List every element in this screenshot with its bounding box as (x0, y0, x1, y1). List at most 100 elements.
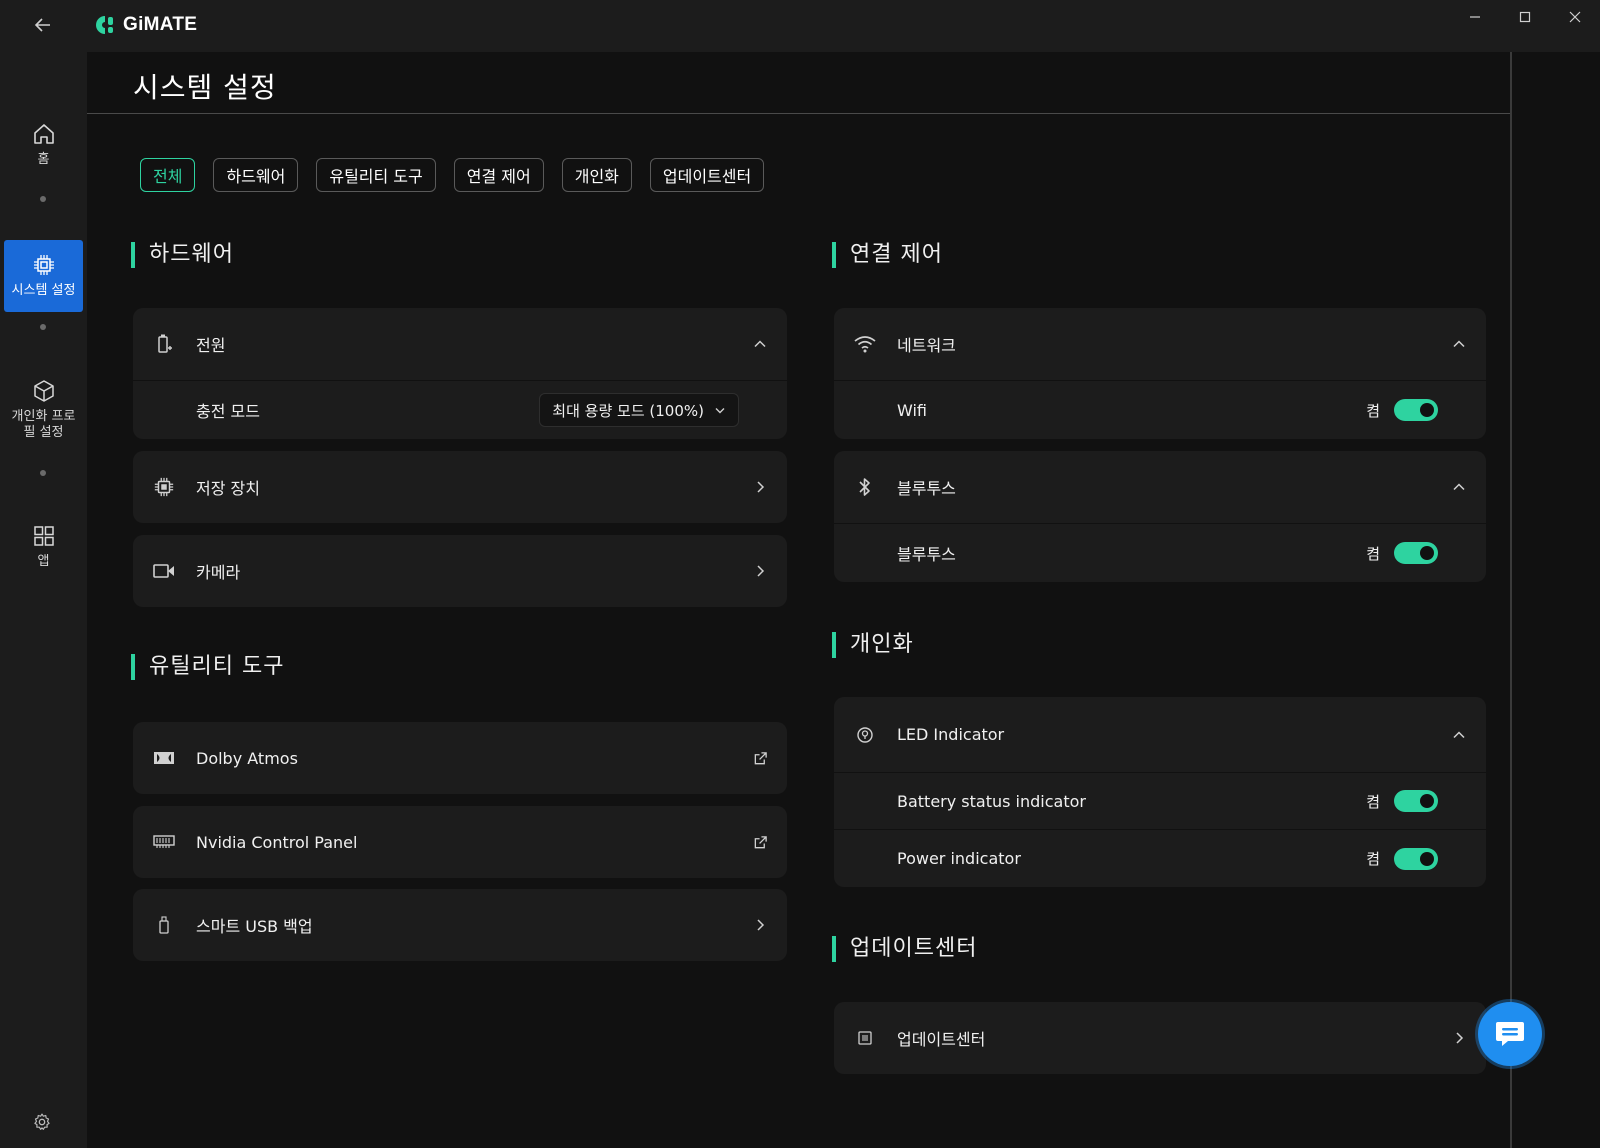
sidebar-item-label: 개인화 프로 필 설정 (11, 409, 76, 440)
tab-connection[interactable]: 연결 제어 (453, 158, 544, 192)
minimize-icon[interactable] (1450, 0, 1500, 34)
chat-support-button[interactable] (1478, 1002, 1542, 1066)
bluetooth-state: 켬 (1366, 544, 1380, 563)
led-row[interactable]: LED Indicator (834, 697, 1486, 772)
page-title: 시스템 설정 (133, 71, 277, 104)
nvidia-row[interactable]: Nvidia Control Panel (133, 806, 787, 878)
app-logo: GiMATE (95, 14, 197, 36)
chevron-right-icon (751, 916, 769, 934)
nav-separator-dot (40, 470, 46, 476)
power-card: 전원 충전 모드 최대 용량 모드 (100%) (133, 308, 787, 439)
wifi-icon (854, 333, 876, 355)
usb-drive-icon (153, 914, 175, 936)
section-title-utility: 유틸리티 도구 (131, 654, 284, 680)
wifi-state: 켬 (1366, 401, 1380, 420)
update-center-card[interactable]: 업데이트센터 (834, 1002, 1486, 1074)
battery-indicator-state: 켬 (1366, 792, 1380, 811)
chat-bubble-icon (1496, 1022, 1524, 1046)
external-link-icon[interactable] (751, 833, 769, 851)
battery-indicator-row: Battery status indicator 켬 (834, 772, 1486, 829)
chevron-right-icon (1450, 1029, 1468, 1047)
bluetooth-sub-label: 블루투스 (897, 545, 956, 564)
storage-row[interactable]: 저장 장치 (133, 451, 787, 523)
sidebar-item-apps[interactable]: 앱 (4, 512, 83, 582)
wifi-toggle[interactable] (1394, 399, 1438, 421)
usb-backup-label: 스마트 USB 백업 (196, 917, 313, 936)
filter-tabs: 전체 하드웨어 유틸리티 도구 연결 제어 개인화 업데이트센터 (140, 158, 765, 192)
power-indicator-row: Power indicator 켬 (834, 829, 1486, 887)
close-icon[interactable] (1550, 0, 1600, 34)
bluetooth-toggle-group: 켬 (1366, 542, 1438, 564)
power-indicator-state: 켬 (1366, 850, 1380, 868)
sidebar-item-system-settings[interactable]: 시스템 설정 (4, 240, 83, 312)
charge-mode-value: 최대 용량 모드 (100%) (552, 401, 704, 420)
chip-icon (33, 255, 54, 275)
nvidia-card[interactable]: Nvidia Control Panel (133, 806, 787, 878)
chevron-up-icon[interactable] (1450, 335, 1468, 353)
usb-backup-card[interactable]: 스마트 USB 백업 (133, 889, 787, 961)
bluetooth-icon (854, 476, 876, 498)
gear-icon[interactable] (32, 1112, 54, 1134)
maximize-icon[interactable] (1500, 0, 1550, 34)
wifi-label: Wifi (897, 400, 927, 420)
nav-separator-dot (40, 324, 46, 330)
sidebar-item-personalize-profile[interactable]: 개인화 프로 필 설정 (4, 368, 83, 452)
dolby-row[interactable]: Dolby Atmos (133, 722, 787, 794)
tab-personalize[interactable]: 개인화 (561, 158, 632, 192)
usb-backup-row[interactable]: 스마트 USB 백업 (133, 889, 787, 961)
network-card: 네트워크 Wifi 켬 (834, 308, 1486, 439)
camera-card[interactable]: 카메라 (133, 535, 787, 607)
chevron-right-icon (751, 562, 769, 580)
chevron-right-icon (751, 478, 769, 496)
section-title-personalize: 개인화 (832, 632, 914, 658)
led-indicator-icon (854, 724, 876, 746)
led-card: LED Indicator Battery status indicator 켬… (834, 697, 1486, 887)
dolby-card[interactable]: Dolby Atmos (133, 722, 787, 794)
led-label: LED Indicator (897, 725, 1005, 744)
storage-card[interactable]: 저장 장치 (133, 451, 787, 523)
battery-indicator-label: Battery status indicator (897, 791, 1086, 811)
tab-all[interactable]: 전체 (140, 158, 196, 192)
power-label: 전원 (196, 336, 226, 355)
bluetooth-row[interactable]: 블루투스 (834, 451, 1486, 523)
chevron-up-icon[interactable] (1450, 726, 1468, 744)
chevron-up-icon[interactable] (1450, 478, 1468, 496)
sidebar-item-home[interactable]: 홈 (4, 110, 83, 180)
graphics-card-icon (153, 831, 175, 853)
battery-indicator-toggle-group: 켬 (1366, 790, 1438, 812)
chevron-up-icon[interactable] (751, 335, 769, 353)
section-title-update: 업데이트센터 (832, 936, 977, 962)
tab-hardware[interactable]: 하드웨어 (213, 158, 299, 192)
dolby-label: Dolby Atmos (196, 748, 298, 768)
bluetooth-toggle[interactable] (1394, 542, 1438, 564)
network-label: 네트워크 (897, 336, 956, 355)
gimate-logo-icon (96, 16, 113, 34)
sidebar-item-label: 앱 (37, 554, 50, 569)
nvidia-label: Nvidia Control Panel (196, 832, 358, 852)
storage-label: 저장 장치 (196, 479, 260, 498)
wifi-toggle-group: 켬 (1366, 399, 1438, 421)
chip-icon (153, 476, 175, 498)
charge-mode-label: 충전 모드 (196, 402, 260, 421)
camera-row[interactable]: 카메라 (133, 535, 787, 607)
window-controls (1450, 0, 1600, 34)
power-indicator-toggle[interactable] (1394, 847, 1438, 870)
network-row[interactable]: 네트워크 (834, 308, 1486, 380)
tab-utility[interactable]: 유틸리티 도구 (316, 158, 436, 192)
power-indicator-toggle-group: 켬 (1366, 847, 1438, 870)
page-header: 시스템 설정 (87, 52, 1511, 114)
section-title-hardware: 하드웨어 (131, 242, 234, 268)
charge-mode-dropdown[interactable]: 최대 용량 모드 (100%) (539, 393, 739, 427)
tab-update-center[interactable]: 업데이트센터 (649, 158, 765, 192)
update-center-row[interactable]: 업데이트센터 (834, 1002, 1486, 1074)
bluetooth-label: 블루투스 (897, 479, 956, 498)
update-center-label: 업데이트센터 (897, 1030, 986, 1049)
battery-indicator-toggle[interactable] (1394, 790, 1438, 812)
wifi-row: Wifi 켬 (834, 380, 1486, 439)
external-link-icon[interactable] (751, 749, 769, 767)
section-title-connection: 연결 제어 (832, 242, 943, 268)
nav-separator-dot (40, 196, 46, 202)
battery-plug-icon (153, 333, 175, 355)
power-row[interactable]: 전원 (133, 308, 787, 380)
back-arrow-icon[interactable] (30, 12, 56, 38)
